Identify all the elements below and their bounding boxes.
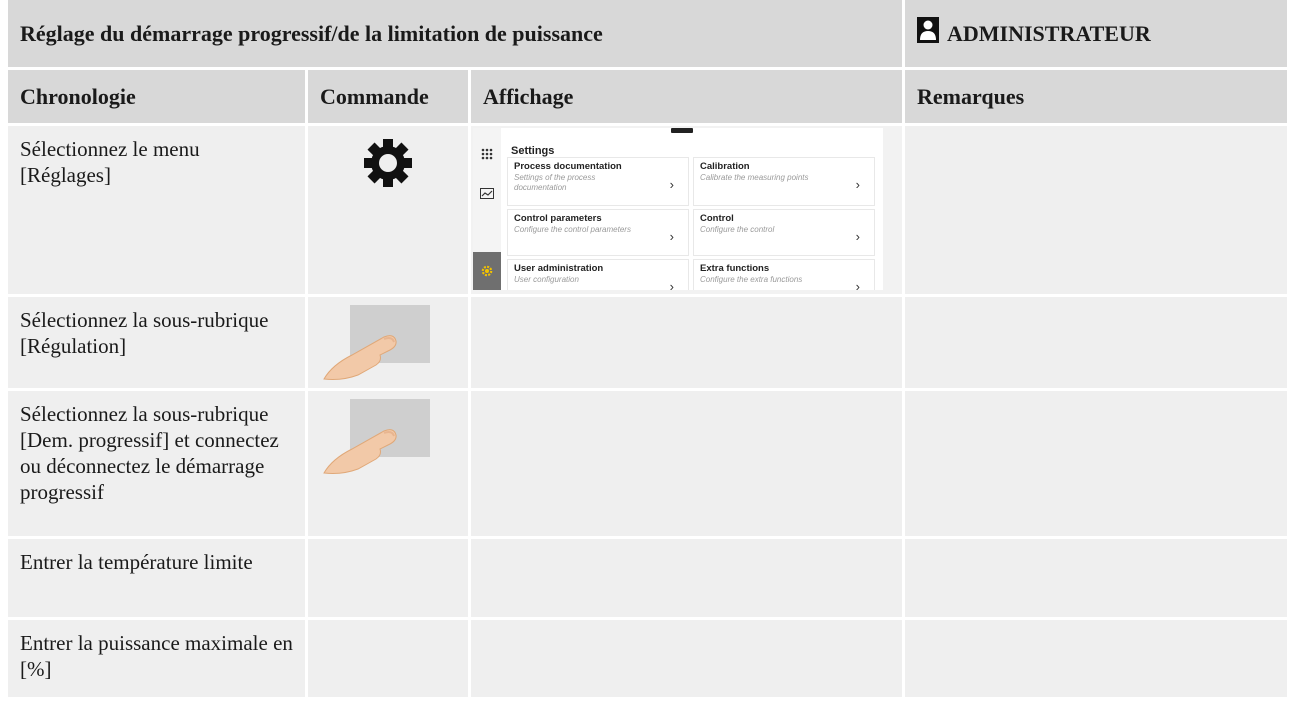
remarks-cell xyxy=(905,539,1290,620)
remarks-cell xyxy=(905,391,1290,539)
control-cell xyxy=(308,126,471,297)
display-cell xyxy=(471,620,905,700)
chevron-right-icon: › xyxy=(669,279,674,290)
role-label: ADMINISTRATEUR xyxy=(947,20,1151,46)
column-header-affichage: Affichage xyxy=(471,70,905,126)
grid-icon xyxy=(481,148,493,160)
settings-screenshot: Settings Process documentation Settings … xyxy=(473,128,883,290)
gear-icon xyxy=(363,138,413,284)
tile-subtitle: Configure the control xyxy=(700,225,775,234)
tile-title: Control xyxy=(700,213,734,224)
display-cell xyxy=(471,391,905,539)
table-row: Sélectionnez la sous-rubrique [Régulatio… xyxy=(8,297,1290,391)
remarks-cell xyxy=(905,126,1290,297)
control-cell xyxy=(308,297,471,391)
step-text: Sélectionnez la sous-rubrique [Régulatio… xyxy=(8,297,308,391)
display-cell: Settings Process documentation Settings … xyxy=(471,126,905,297)
gear-small-icon xyxy=(481,265,493,277)
chevron-right-icon: › xyxy=(855,177,860,192)
procedure-table: Réglage du démarrage progressif/de la li… xyxy=(8,0,1290,700)
column-header-row: Chronologie Commande Affichage Remarques xyxy=(8,70,1290,126)
settings-sidebar xyxy=(473,128,501,290)
tile-control-parameters[interactable]: Control parameters Configure the control… xyxy=(507,209,689,256)
page-title: Réglage du démarrage progressif/de la li… xyxy=(8,0,905,70)
step-text: Sélectionnez la sous-rubrique [Dem. prog… xyxy=(8,391,308,539)
table-row: Sélectionnez la sous-rubrique [Dem. prog… xyxy=(8,391,1290,539)
remarks-cell xyxy=(905,620,1290,700)
finger-tap-icon xyxy=(322,397,468,481)
tile-title: User administration xyxy=(514,263,604,274)
chevron-right-icon: › xyxy=(669,177,674,192)
tile-process-documentation[interactable]: Process documentation Settings of the pr… xyxy=(507,157,689,206)
tile-extra-functions[interactable]: Extra functions Configure the extra func… xyxy=(693,259,875,290)
step-text: Entrer la température limite xyxy=(8,539,308,620)
display-cell xyxy=(471,539,905,620)
user-icon xyxy=(917,16,939,43)
tile-subtitle: Configure the control parameters xyxy=(514,225,631,234)
control-cell xyxy=(308,539,471,620)
table-row: Entrer la puissance maximale en [%] xyxy=(8,620,1290,700)
title-row: Réglage du démarrage progressif/de la li… xyxy=(8,0,1290,70)
tile-user-administration[interactable]: User administration User configuration › xyxy=(507,259,689,290)
tile-title: Control parameters xyxy=(514,213,602,224)
tile-calibration[interactable]: Calibration Calibrate the measuring poin… xyxy=(693,157,875,206)
settings-nav-active xyxy=(473,252,501,290)
chevron-right-icon: › xyxy=(855,279,860,290)
display-cell xyxy=(471,297,905,391)
tile-title: Calibration xyxy=(700,161,750,172)
chevron-right-icon: › xyxy=(669,229,674,244)
tile-title: Extra functions xyxy=(700,263,770,274)
tile-subtitle: Calibrate the measuring points xyxy=(700,173,809,182)
step-text: Sélectionnez le menu [Réglages] xyxy=(8,126,308,297)
tile-control[interactable]: Control Configure the control › xyxy=(693,209,875,256)
tile-subtitle: Settings of the process documentation xyxy=(514,173,596,192)
chart-icon xyxy=(480,188,494,199)
table-row: Sélectionnez le menu [Réglages] Settings… xyxy=(8,126,1290,297)
column-header-commande: Commande xyxy=(308,70,471,126)
tile-subtitle: Configure the extra functions xyxy=(700,275,803,284)
control-cell xyxy=(308,620,471,700)
tile-subtitle: User configuration xyxy=(514,275,579,284)
column-header-chronologie: Chronologie xyxy=(8,70,308,126)
column-header-remarques: Remarques xyxy=(905,70,1290,126)
tile-title: Process documentation xyxy=(514,161,622,172)
top-handle xyxy=(671,128,693,133)
role-header: ADMINISTRATEUR xyxy=(905,0,1290,70)
table-row: Entrer la température limite xyxy=(8,539,1290,620)
chevron-right-icon: › xyxy=(855,229,860,244)
control-cell xyxy=(308,391,471,539)
step-text: Entrer la puissance maximale en [%] xyxy=(8,620,308,700)
remarks-cell xyxy=(905,297,1290,391)
finger-tap-icon xyxy=(322,303,468,387)
